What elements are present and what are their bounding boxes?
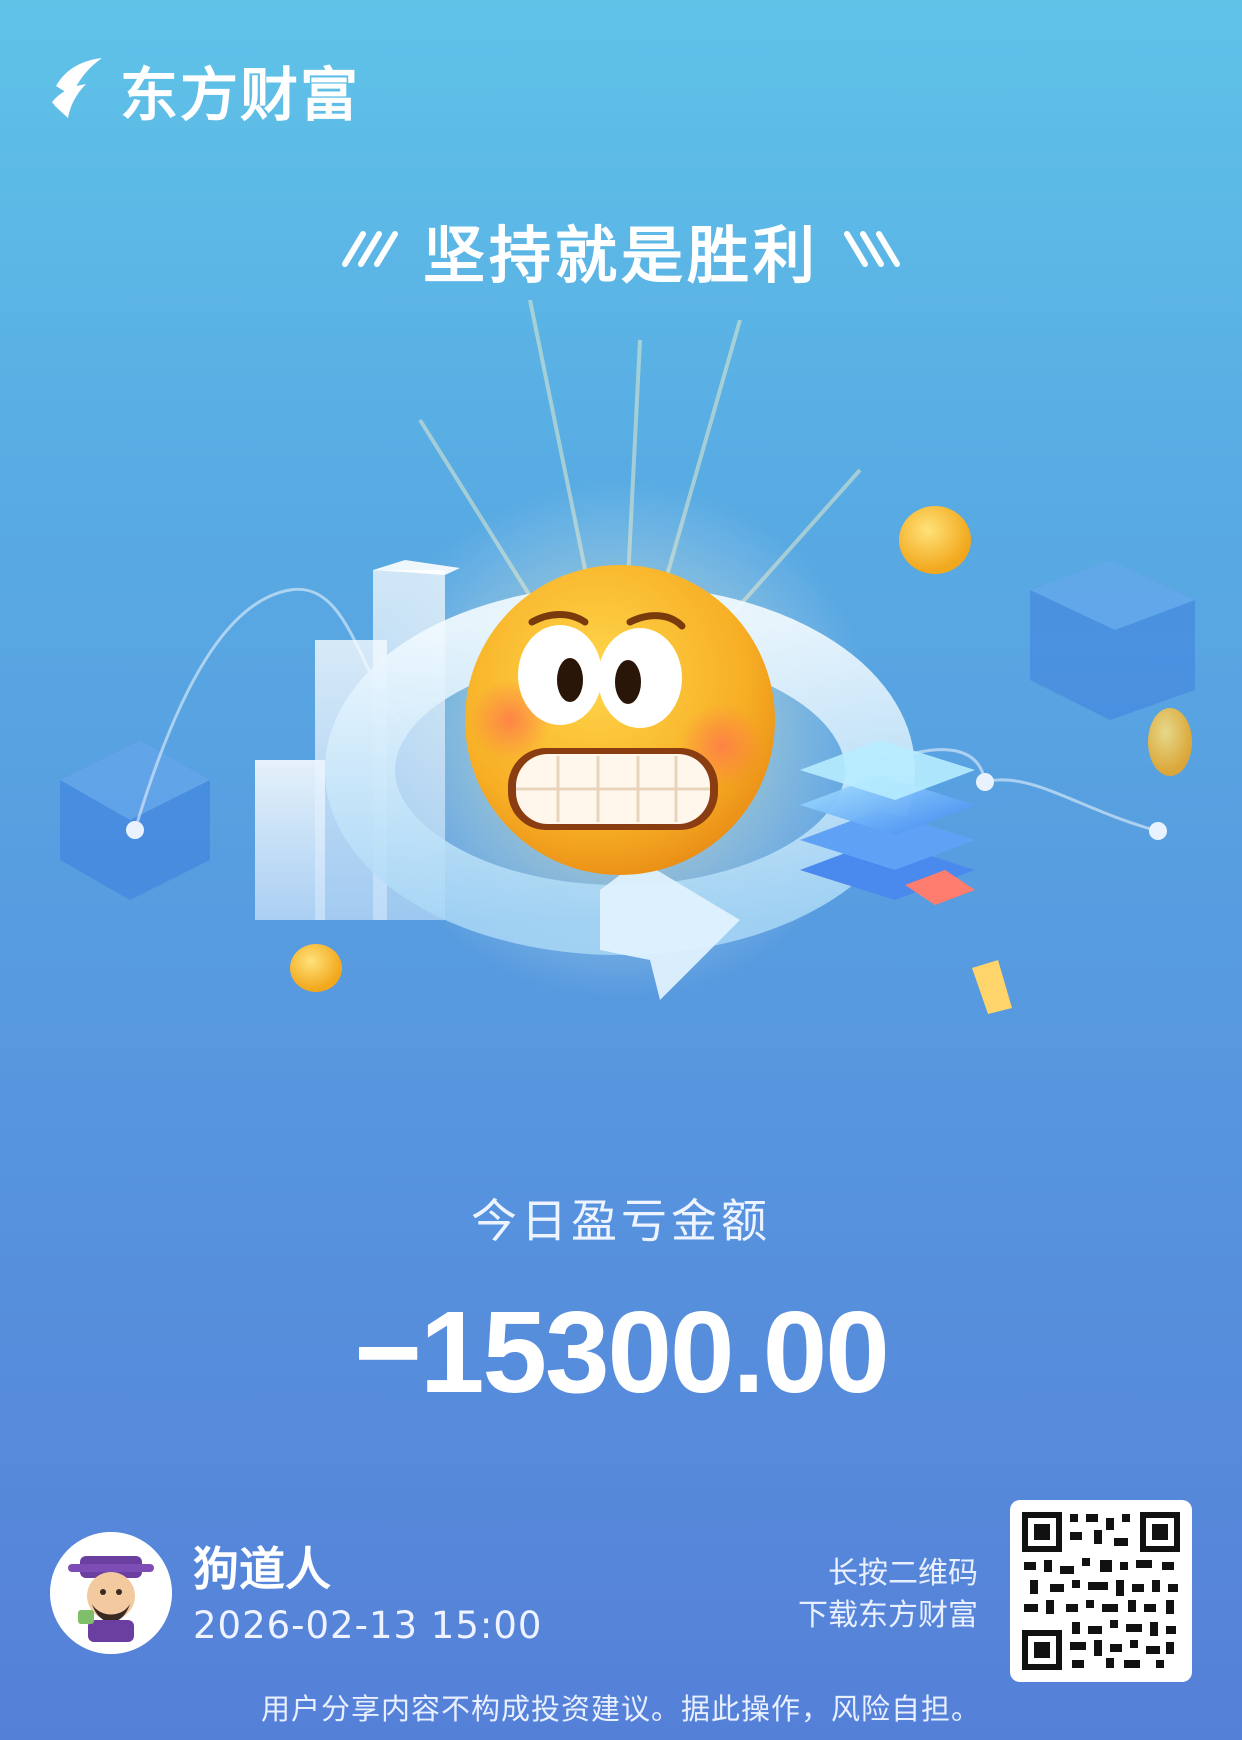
caishen-avatar-icon[interactable] [50, 1532, 172, 1654]
qr-code-icon[interactable] [1010, 1500, 1192, 1682]
left-cube [60, 740, 210, 900]
eastmoney-logo-icon [48, 56, 106, 124]
right-cube [1030, 560, 1195, 720]
brand: 东方财富 [48, 48, 360, 132]
pnl-label: 今日盈亏金额 [471, 1194, 771, 1248]
share-datetime: 2026-02-13 15:00 [193, 1604, 543, 1647]
username: 狗道人 [193, 1542, 331, 1596]
grimacing-emoji-illustration [0, 299, 1242, 1060]
slogan-text: 坚持就是胜利 [422, 219, 819, 292]
grimacing-face [465, 565, 775, 875]
backslash-stripes-icon [841, 228, 901, 272]
pnl-value: −15300.00 [354, 1287, 890, 1417]
disclaimer: 用户分享内容不构成投资建议。据此操作，风险自担。 [260, 1692, 981, 1726]
slash-stripes-icon [341, 228, 401, 272]
qr-hint-line2: 下载东方财富 [798, 1598, 978, 1633]
slogan: 坚持就是胜利 [0, 205, 1242, 295]
brand-name: 东方财富 [120, 61, 361, 129]
qr-hint: 长按二维码 下载东方财富 [798, 1553, 978, 1637]
qr-hint-line1: 长按二维码 [828, 1556, 978, 1591]
